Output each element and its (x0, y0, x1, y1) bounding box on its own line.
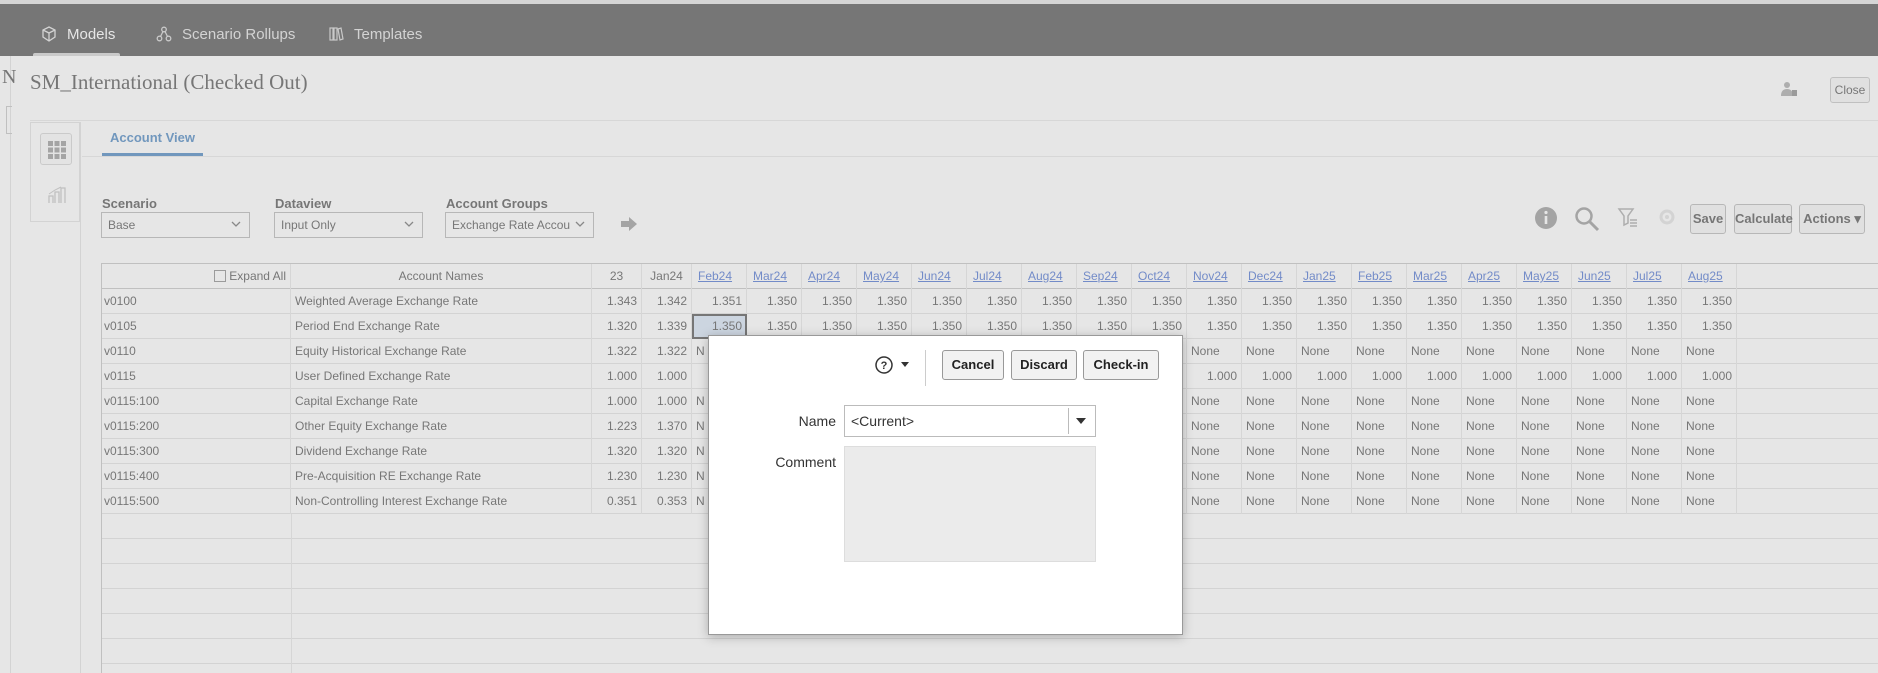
check-in-dialog: ? Cancel Discard Check-in Name <Current>… (708, 335, 1183, 635)
comment-label: Comment (775, 454, 836, 470)
help-menu[interactable]: ? (875, 355, 915, 380)
name-value: <Current> (851, 413, 915, 429)
comment-textarea[interactable] (844, 446, 1096, 562)
svg-text:?: ? (881, 360, 888, 372)
cancel-button[interactable]: Cancel (942, 350, 1004, 380)
name-label: Name (798, 413, 836, 429)
chevron-down-icon (1076, 418, 1086, 424)
divider (925, 350, 926, 386)
check-in-button[interactable]: Check-in (1083, 350, 1159, 380)
discard-button[interactable]: Discard (1011, 350, 1077, 380)
name-select[interactable]: <Current> (844, 405, 1096, 437)
divider (1068, 408, 1069, 434)
